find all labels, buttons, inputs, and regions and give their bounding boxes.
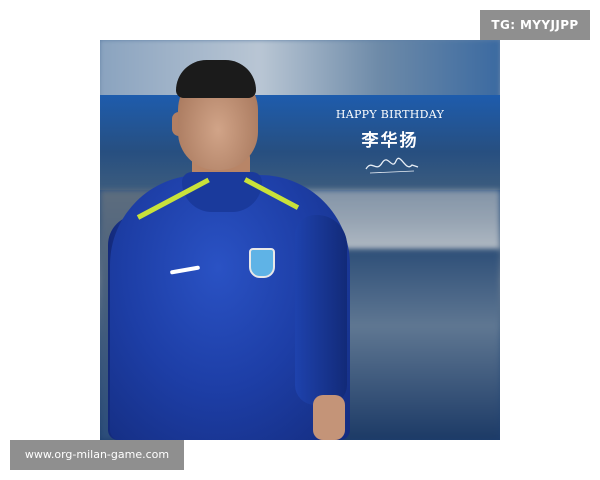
- stadium-background-top: [100, 40, 500, 100]
- player-hand: [313, 395, 345, 440]
- birthday-greeting: HAPPY BIRTHDAY: [335, 108, 445, 121]
- player-name: 李华扬: [361, 131, 419, 151]
- website-watermark-badge: www.org-milan-game.com: [10, 440, 184, 470]
- telegram-watermark-badge: TG: MYYJJPP: [480, 10, 590, 40]
- player-birthday-photo: HAPPY BIRTHDAY 李华扬: [100, 40, 500, 440]
- player-right-arm: [295, 215, 347, 405]
- player-hair: [176, 60, 256, 98]
- jacket-collar: [182, 172, 262, 212]
- club-crest-logo: [249, 248, 275, 278]
- handwritten-signature: [365, 157, 419, 174]
